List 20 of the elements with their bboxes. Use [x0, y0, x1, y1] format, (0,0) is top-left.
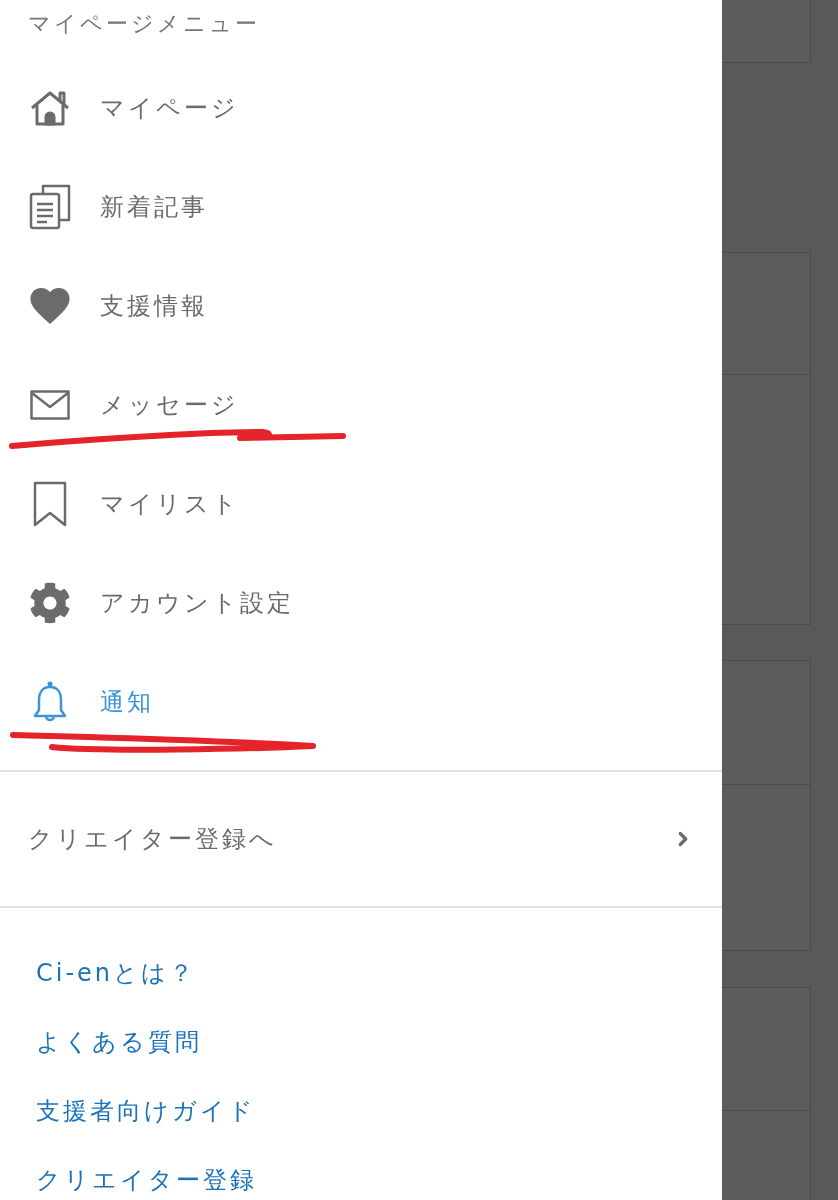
bookmark-icon: [33, 480, 67, 527]
menu-item[interactable]: 通知: [0, 652, 722, 751]
bell-icon: [32, 679, 68, 724]
menu-item[interactable]: 支援情報: [0, 256, 722, 355]
documents-icon: [29, 183, 71, 230]
footer-link[interactable]: 支援者向けガイド: [36, 1094, 256, 1127]
menu-item[interactable]: メッセージ: [0, 355, 722, 454]
house-icon: [29, 89, 71, 126]
menu-title: マイページメニュー: [28, 10, 260, 38]
creator-registration-row[interactable]: クリエイター登録へ: [0, 772, 722, 906]
heart-icon: [30, 287, 70, 324]
footer-link[interactable]: クリエイター登録: [36, 1163, 257, 1196]
menu-item[interactable]: アカウント設定: [0, 553, 722, 652]
menu-item[interactable]: マイページ: [0, 58, 722, 157]
mail-icon: [30, 389, 70, 420]
footer-link[interactable]: よくある質問: [36, 1025, 202, 1058]
footer-link[interactable]: Ci-enとは？: [36, 956, 197, 989]
settings-icon: [29, 581, 71, 624]
menu-item[interactable]: 新着記事: [0, 157, 722, 256]
menu-item[interactable]: マイリスト: [0, 454, 722, 553]
